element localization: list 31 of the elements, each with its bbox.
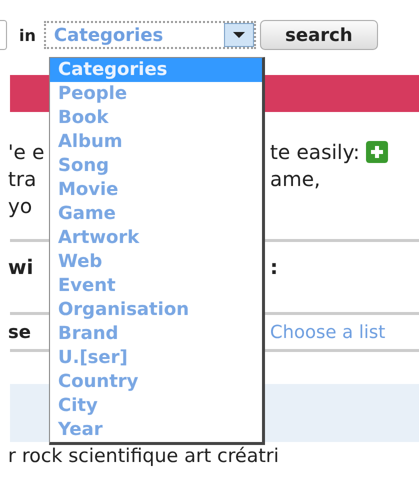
body-text: te easily: <box>270 140 360 164</box>
add-icon[interactable] <box>366 140 388 162</box>
dropdown-option[interactable]: Movie <box>50 178 262 202</box>
dropdown-option[interactable]: Brand <box>50 322 262 346</box>
dropdown-option[interactable]: Year <box>50 418 262 442</box>
dropdown-option[interactable]: Organisation <box>50 298 262 322</box>
dropdown-option[interactable]: Album <box>50 130 262 154</box>
dropdown-option[interactable]: Game <box>50 202 262 226</box>
tags-text: r rock scientifique art créatri <box>7 446 280 466</box>
dropdown-option[interactable]: Country <box>50 370 262 394</box>
text-field[interactable] <box>0 20 7 50</box>
in-label: in <box>19 26 36 44</box>
dropdown-option[interactable]: Event <box>50 274 262 298</box>
section-heading: : <box>270 255 278 279</box>
body-text: yo <box>8 194 32 218</box>
dropdown-option[interactable]: Categories <box>50 58 262 82</box>
body-text: ame, <box>270 166 320 190</box>
dropdown-option[interactable]: Song <box>50 154 262 178</box>
dropdown-option[interactable]: City <box>50 394 262 418</box>
choose-list-link[interactable]: Choose a list <box>270 322 386 342</box>
dropdown-option[interactable]: U.[ser] <box>50 346 262 370</box>
body-text: tra <box>8 166 36 190</box>
body-text: 'e e <box>8 140 44 164</box>
section-heading: wi <box>8 255 34 279</box>
dropdown-option[interactable]: Web <box>50 250 262 274</box>
dropdown-option[interactable]: Artwork <box>50 226 262 250</box>
search-button[interactable]: search <box>260 20 378 50</box>
dropdown-option[interactable]: People <box>50 82 262 106</box>
dropdown-option[interactable]: Book <box>50 106 262 130</box>
category-select[interactable]: Categories <box>44 21 256 49</box>
list-label: se <box>8 322 31 342</box>
